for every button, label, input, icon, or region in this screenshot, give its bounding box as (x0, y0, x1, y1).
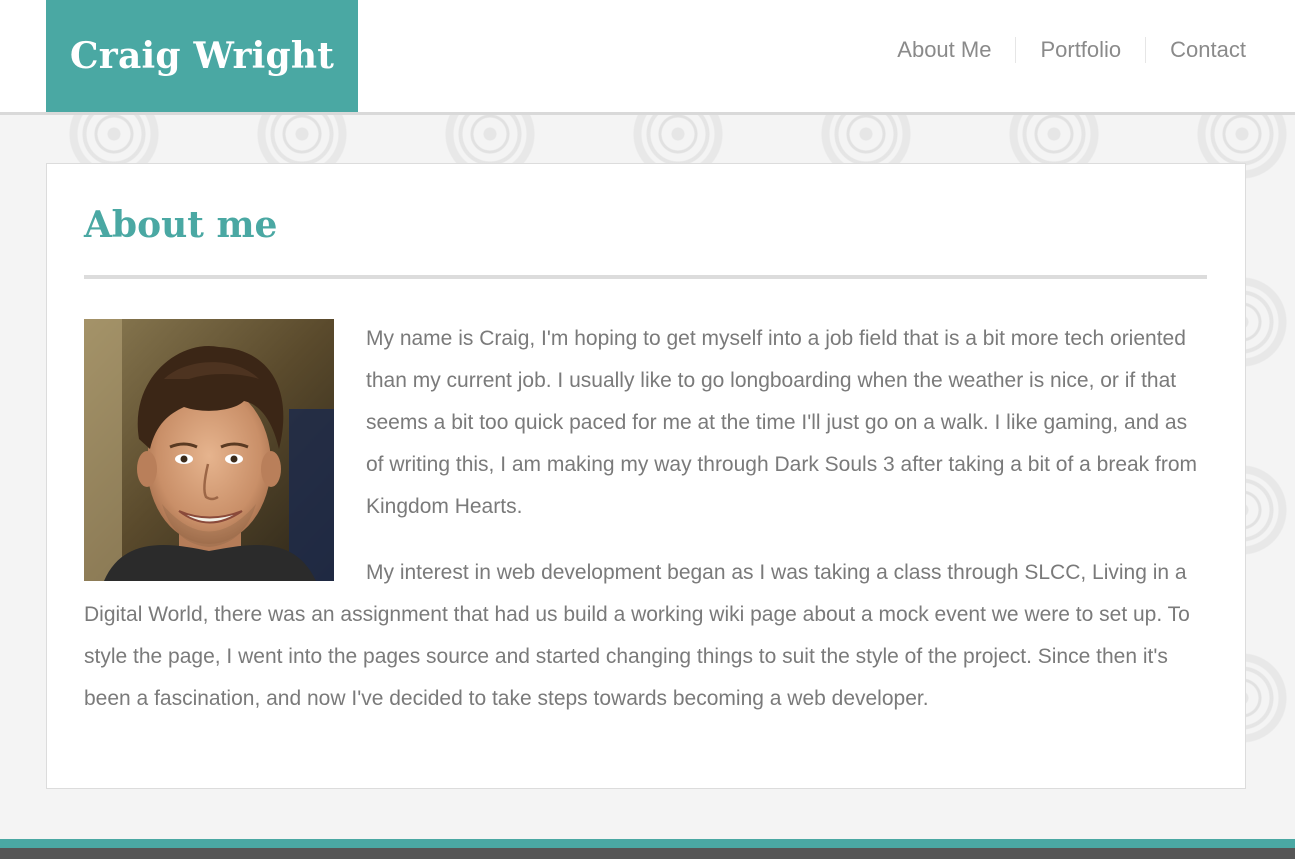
nav-link-contact[interactable]: Contact (1145, 37, 1246, 63)
brand-logo[interactable]: Craig Wright (46, 0, 358, 112)
main-nav: About Me Portfolio Contact (873, 37, 1246, 63)
site-header: Craig Wright About Me Portfolio Contact (0, 0, 1295, 115)
heading-divider (84, 275, 1207, 279)
profile-photo (84, 319, 334, 581)
nav-link-about-me[interactable]: About Me (873, 37, 1015, 63)
site-title[interactable]: Craig Wright (70, 35, 334, 77)
nav-link-portfolio[interactable]: Portfolio (1015, 37, 1145, 63)
page-title: About me (84, 204, 278, 246)
about-content: My name is Craig, I'm hoping to get myse… (84, 318, 1207, 744)
about-card: About me My name is Craig, I'm hoping to… (46, 163, 1246, 789)
footer-accent-bar (0, 839, 1295, 848)
footer-bar (0, 848, 1295, 859)
